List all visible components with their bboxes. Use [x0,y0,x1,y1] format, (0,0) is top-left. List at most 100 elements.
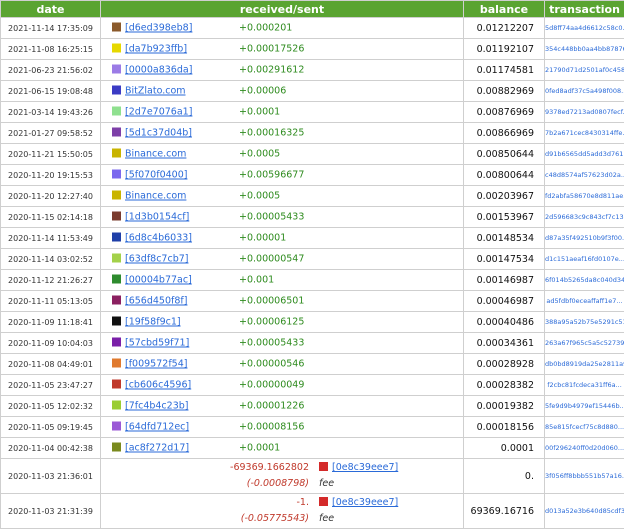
row-date: 2020-11-05 09:19:45 [1,417,101,438]
col-header-received-sent[interactable]: received/sent [101,1,464,18]
received-sent-cell: [d6ed398eb8]+0.000201 [101,18,463,38]
received-amount: +0.00000547 [239,254,304,265]
wallet-address-link[interactable]: [63df8c7cb7] [125,254,189,265]
table-row: 2021-06-23 21:56:02[0000a836da]+0.002916… [1,60,624,81]
sent-amount: -69369.1662802 [221,462,309,473]
transaction-link[interactable]: 5fe9d9b4979ef15446b... [545,402,624,410]
col-header-transaction[interactable]: transaction [545,1,624,18]
wallet-color-icon [112,65,121,74]
transaction-link[interactable]: ad5fdbf0eceaffaff1e7... [546,297,622,305]
wallet-address-link[interactable]: [7fc4b4c23b] [125,401,189,412]
received-amount: +0.0005 [239,149,280,160]
wallet-address-link[interactable]: [f009572f54] [125,359,187,370]
wallet-address-link[interactable]: [6d8c4b6033] [125,233,192,244]
received-amount: +0.00005433 [239,212,304,223]
transaction-link[interactable]: 0fed8adf37c5a498f008... [545,87,624,95]
address-group: [5f070f0400] [112,170,187,181]
row-date: 2020-11-08 04:49:01 [1,354,101,375]
table-row: 2021-11-14 17:35:09[d6ed398eb8]+0.000201… [1,18,624,39]
wallet-address-link[interactable]: [57cbd59f71] [125,338,189,349]
table-row: 2020-11-20 12:27:40Binance.com+0.00050.0… [1,186,624,207]
wallet-address-link[interactable]: [19f58f9c1] [125,317,181,328]
wallet-address-link[interactable]: BitZlato.com [125,86,186,97]
row-received-sent: Binance.com +0.0005 [101,144,464,165]
wallet-address-link[interactable]: [5f070f0400] [125,170,187,181]
row-date: 2020-11-15 02:14:18 [1,207,101,228]
wallet-address-link[interactable]: [0e8c39eee7] [332,462,398,473]
table-row-sent: 2020-11-03 21:31:39-1.[0e8c39eee7](-0.05… [1,494,624,529]
col-header-balance[interactable]: balance [464,1,545,18]
transaction-link[interactable]: d87a35f492510b9f3f00... [545,234,624,242]
transaction-link[interactable]: 2d596683c9c843cf7c13... [545,213,624,221]
received-amount: +0.00017526 [239,44,304,55]
row-date: 2020-11-04 00:42:38 [1,438,101,459]
row-transaction: 3f056ff8bbb551b57a16... [545,459,624,494]
wallet-color-icon [112,296,121,305]
wallet-color-icon [112,443,121,452]
transaction-link[interactable]: d013a52e3b640d85cdf3... [545,507,624,515]
wallet-address-link[interactable]: [0e8c39eee7] [332,497,398,508]
row-transaction: 85e815fcecf75c8d880... [545,417,624,438]
transaction-link[interactable]: 354c448bb0aa4bb87876... [545,45,624,53]
wallet-address-link[interactable]: [2d7e7076a1] [125,107,192,118]
table-row: 2020-11-14 03:02:52[63df8c7cb7]+0.000005… [1,249,624,270]
transaction-link[interactable]: c48d8574af57623d02a... [545,171,624,179]
received-amount: +0.00016325 [239,128,304,139]
received-amount: +0.00000049 [239,380,304,391]
table-row: 2021-03-14 19:43:26[2d7e7076a1]+0.00010.… [1,102,624,123]
transaction-link[interactable]: 85e815fcecf75c8d880... [545,423,624,431]
wallet-address-link[interactable]: [ac8f272d17] [125,443,189,454]
fee-label: fee [319,478,334,489]
received-sent-cell: [5f070f0400]+0.00596677 [101,165,463,185]
row-transaction: 5fe9d9b4979ef15446b... [545,396,624,417]
wallet-color-icon [112,128,121,137]
transaction-link[interactable]: 6f014b5265da8c040d34... [545,276,624,284]
transaction-link[interactable]: db0bd8919da25e2811a9... [545,360,624,368]
transaction-link[interactable]: 388a95a52b75e5291c51... [545,318,624,326]
sent-line: -1.[0e8c39eee7] [221,497,398,508]
table-row: 2020-11-14 11:53:49[6d8c4b6033]+0.000010… [1,228,624,249]
wallet-address-link[interactable]: [0000a836da] [125,65,192,76]
row-transaction: d1c151aeaf16fd0107e... [545,249,624,270]
transaction-link[interactable]: 5d8ff74aa4d6612c58c0... [545,24,624,32]
row-received-sent: [57cbd59f71]+0.00005433 [101,333,464,354]
wallet-address-link[interactable]: [da7b923ffb] [125,44,187,55]
wallet-address-link[interactable]: [656d450f8f] [125,296,187,307]
row-transaction: 7b2a671cec8430314ffe... [545,123,624,144]
received-sent-cell: [19f58f9c1]+0.00006125 [101,312,463,332]
wallet-color-icon [112,254,121,263]
transaction-link[interactable]: 263a67f965c5a5c52739... [545,339,624,347]
wallet-address-link[interactable]: [5d1c37d04b] [125,128,192,139]
table-row: 2020-11-05 12:02:32[7fc4b4c23b]+0.000012… [1,396,624,417]
wallet-address-link[interactable]: Binance.com [125,191,186,202]
wallet-address-link[interactable]: [00004b77ac] [125,275,192,286]
row-balance: 0.01174581 [464,60,545,81]
transaction-link[interactable]: 3f056ff8bbb551b57a16... [545,472,624,480]
wallet-address-link[interactable]: [cb606c4596] [125,380,191,391]
row-transaction: 9378ed7213ad0807fecf... [545,102,624,123]
row-received-sent: [f009572f54]+0.00000546 [101,354,464,375]
received-amount: +0.00006 [239,86,286,97]
wallet-address-link[interactable]: [64dfd712ec] [125,422,189,433]
transaction-link[interactable]: f2cbc81fcdeca31ff6a... [547,381,622,389]
col-header-date[interactable]: date [1,1,101,18]
wallet-color-icon [112,149,121,158]
transaction-link[interactable]: fd2abfa58670e8d811ae... [545,192,624,200]
received-sent-cell: [00004b77ac]+0.001 [101,270,463,290]
table-row-sent: 2020-11-03 21:36:01-69369.1662802[0e8c39… [1,459,624,494]
transaction-link[interactable]: 21790d71d2501af0c458... [545,66,624,74]
received-amount: +0.00006501 [239,296,304,307]
transaction-link[interactable]: 9378ed7213ad0807fecf... [545,108,624,116]
transaction-link[interactable]: d1c151aeaf16fd0107e... [545,255,624,263]
wallet-address-link[interactable]: Binance.com [125,149,186,160]
wallet-address-link[interactable]: [1d3b0154cf] [125,212,189,223]
wallet-address-link[interactable]: [d6ed398eb8] [125,23,192,34]
received-sent-cell: Binance.com+0.0005 [101,186,463,206]
table-row: 2020-11-05 09:19:45[64dfd712ec]+0.000081… [1,417,624,438]
row-received-sent: [5d1c37d04b] +0.00016325 [101,123,464,144]
wallet-color-icon [112,317,121,326]
transaction-link[interactable]: 00f296240ff0d20d060... [545,444,624,452]
transaction-link[interactable]: d91b6565dd5add3d7611... [545,150,624,158]
transaction-link[interactable]: 7b2a671cec8430314ffe... [545,129,624,137]
wallet-color-icon [112,170,121,179]
